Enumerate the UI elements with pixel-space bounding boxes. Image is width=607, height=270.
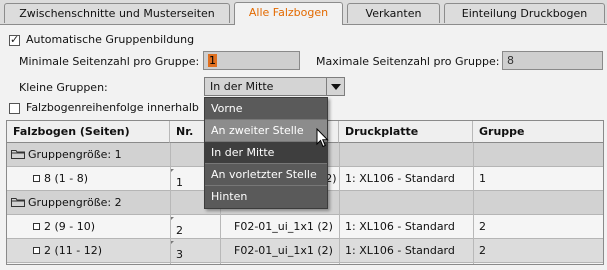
row-checkbox[interactable] <box>33 222 40 230</box>
falzbogen-cell: 2 (11 - 12) <box>44 244 103 257</box>
column-header-gruppe[interactable]: Gruppe <box>473 121 603 143</box>
nr-cell: 1 <box>176 176 183 189</box>
min-pages-field[interactable]: 1 <box>203 51 300 70</box>
chevron-down-icon <box>331 84 341 90</box>
column-header-druckplatte[interactable]: Druckplatte <box>339 121 473 143</box>
min-pages-label: Minimale Seitenzahl pro Gruppe: <box>19 55 200 68</box>
nr-cell: 3 <box>176 248 183 261</box>
checkmark-icon: ✓ <box>10 33 20 46</box>
falzbogen-cell: 2 (9 - 10) <box>44 220 96 233</box>
gruppe-cell: 2 <box>479 244 486 257</box>
auto-group-checkbox[interactable]: ✓ <box>9 33 20 46</box>
column-divider <box>339 143 340 264</box>
schema-cell: F02-01_ui_1x1 (2) <box>234 244 333 257</box>
auto-group-label: Automatische Gruppenbildung <box>26 33 195 46</box>
gruppe-cell: 2 <box>479 220 486 233</box>
small-groups-dropdown-list: Vorne An zweiter Stelle In der Mitte An … <box>204 97 328 209</box>
dropdown-option-mitte[interactable]: In der Mitte <box>205 142 327 164</box>
folder-icon <box>11 150 25 159</box>
max-pages-label: Maximale Seitenzahl pro Gruppe: <box>316 55 500 68</box>
group-label: Gruppengröße: 1 <box>28 148 122 161</box>
tab-einteilung-druckbogen[interactable]: Einteilung Druckbogen <box>444 3 605 23</box>
mouse-cursor-icon <box>316 128 329 148</box>
tab-verkanten[interactable]: Verkanten <box>347 3 440 23</box>
dropdown-option-vorne[interactable]: Vorne <box>205 98 327 120</box>
folder-icon <box>11 198 25 207</box>
druckplatte-cell: 1: XL106 - Standard <box>345 220 455 233</box>
gruppe-cell: 1 <box>479 172 486 185</box>
dropdown-option-vorletzter-stelle[interactable]: An vorletzter Stelle <box>205 164 327 186</box>
tab-bar: Zwischenschnitte und Musterseiten Alle F… <box>0 0 607 25</box>
column-header-falzbogen[interactable]: Falzbogen (Seiten) <box>7 121 170 143</box>
falzbogen-cell: 8 (1 - 8) <box>44 172 89 185</box>
nr-cell: 2 <box>176 224 183 237</box>
dropdown-option-zweite-stelle[interactable]: An zweiter Stelle <box>205 120 327 142</box>
row-checkbox[interactable] <box>33 246 40 254</box>
tab-alle-falzbogen[interactable]: Alle Falzbogen <box>234 2 343 25</box>
column-divider <box>170 143 171 264</box>
order-label: Falzbogenreihenfolge innerhalb <box>26 101 199 114</box>
dropdown-option-hinten[interactable]: Hinten <box>205 186 327 208</box>
schema-cell: F02-01_ui_1x1 (2) <box>234 220 333 233</box>
max-pages-field[interactable]: 8 <box>502 51 603 70</box>
table-row[interactable]: 2 (9 - 10) 2 F02-01_ui_1x1 (2) 1: XL106 … <box>7 215 603 239</box>
table-row[interactable]: 2 (11 - 12) 3 F02-01_ui_1x1 (2) 1: XL106… <box>7 239 603 263</box>
group-label: Gruppengröße: 2 <box>28 196 122 209</box>
small-groups-label: Kleine Gruppen: <box>19 81 108 94</box>
column-divider <box>473 143 474 264</box>
druckplatte-cell: 1: XL106 - Standard <box>345 172 455 185</box>
druckplatte-cell: 1: XL106 - Standard <box>345 244 455 257</box>
combo-dropdown-button[interactable] <box>326 78 344 95</box>
small-groups-combo[interactable]: In der Mitte <box>204 77 345 96</box>
row-checkbox[interactable] <box>33 174 40 182</box>
order-checkbox[interactable] <box>9 103 20 114</box>
tab-zwischenschnitte[interactable]: Zwischenschnitte und Musterseiten <box>4 3 230 23</box>
